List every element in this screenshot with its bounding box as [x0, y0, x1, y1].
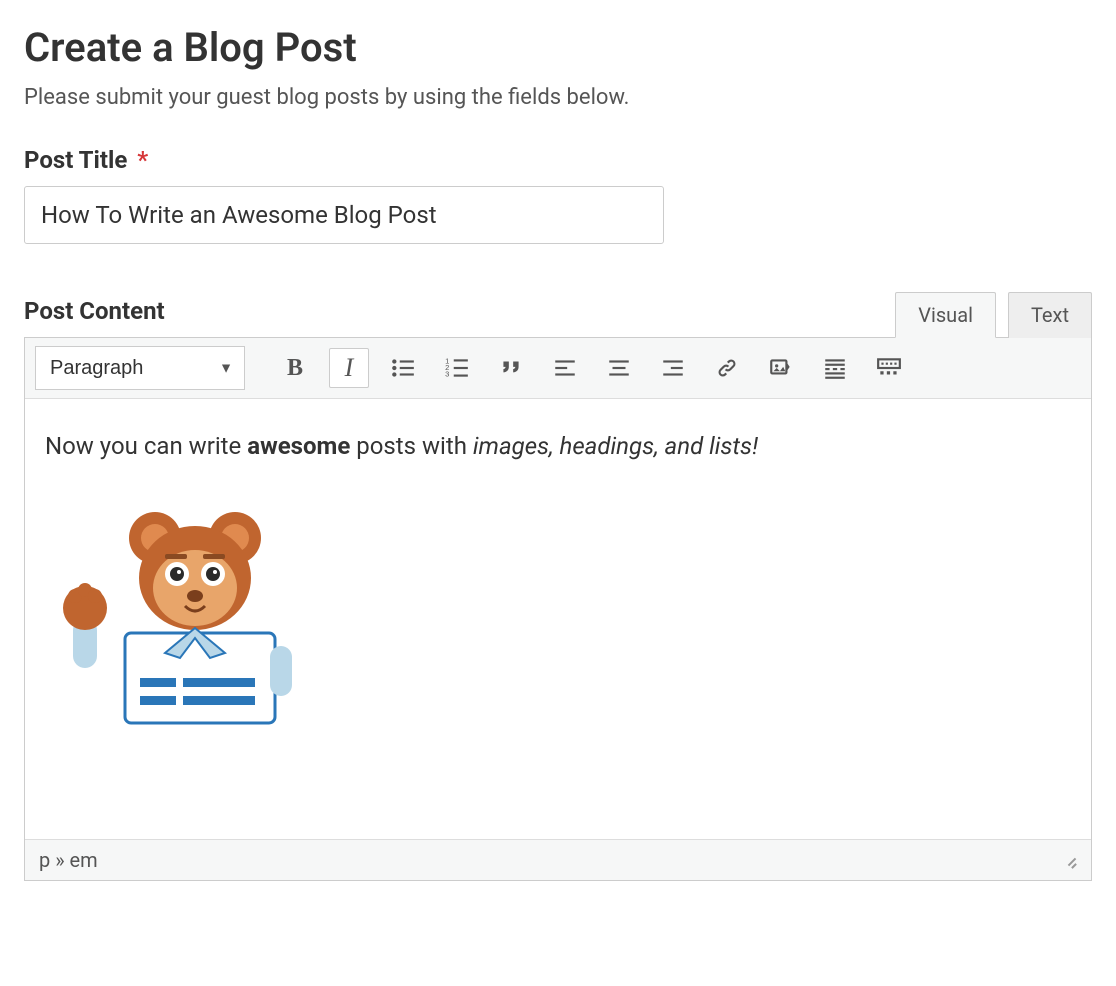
element-path: p » em — [39, 848, 98, 872]
post-title-label-text: Post Title — [24, 146, 127, 174]
align-center-icon — [606, 355, 632, 381]
tab-visual[interactable]: Visual — [895, 292, 996, 338]
read-more-icon — [822, 355, 848, 381]
italic-button[interactable]: I — [329, 348, 369, 388]
toolbar-toggle-icon — [876, 355, 902, 381]
editor-container: Paragraph B I 1 2 3 — [24, 337, 1092, 881]
format-select-wrap[interactable]: Paragraph — [35, 346, 245, 390]
mascot-image — [45, 488, 325, 728]
bold-button[interactable]: B — [275, 348, 315, 388]
required-indicator: * — [137, 146, 148, 174]
tab-text[interactable]: Text — [1008, 292, 1092, 338]
editor-status-bar: p » em — [25, 839, 1091, 880]
numbered-list-button[interactable]: 1 2 3 — [437, 348, 477, 388]
content-text-2: posts with — [350, 432, 473, 460]
editor-paragraph: Now you can write awesome posts with ima… — [45, 429, 1071, 464]
page-heading: Create a Blog Post — [24, 24, 1092, 71]
bullet-list-icon — [390, 355, 416, 381]
bullet-list-button[interactable] — [383, 348, 423, 388]
post-title-label: Post Title * — [24, 146, 1092, 174]
align-left-icon — [552, 355, 578, 381]
editor-content-area[interactable]: Now you can write awesome posts with ima… — [25, 399, 1091, 839]
post-title-input[interactable] — [24, 186, 664, 244]
align-right-button[interactable] — [653, 348, 693, 388]
content-bold: awesome — [247, 432, 350, 460]
numbered-list-icon: 1 2 3 — [444, 355, 470, 381]
toolbar-toggle-button[interactable] — [869, 348, 909, 388]
link-icon — [714, 355, 740, 381]
blockquote-icon — [498, 355, 524, 381]
bold-icon: B — [287, 355, 303, 382]
resize-handle[interactable] — [1063, 853, 1077, 867]
media-icon — [768, 355, 794, 381]
format-select[interactable]: Paragraph — [35, 346, 245, 390]
align-right-icon — [660, 355, 686, 381]
post-content-label: Post Content — [24, 297, 165, 325]
align-left-button[interactable] — [545, 348, 585, 388]
editor-toolbar: Paragraph B I 1 2 3 — [25, 338, 1091, 399]
blockquote-button[interactable] — [491, 348, 531, 388]
content-text-1: Now you can write — [45, 432, 247, 460]
insert-media-button[interactable] — [761, 348, 801, 388]
read-more-button[interactable] — [815, 348, 855, 388]
align-center-button[interactable] — [599, 348, 639, 388]
editor-tabs: Visual Text — [895, 292, 1092, 338]
italic-icon: I — [345, 353, 354, 383]
link-button[interactable] — [707, 348, 747, 388]
page-intro: Please submit your guest blog posts by u… — [24, 85, 1092, 110]
svg-text:3: 3 — [445, 370, 449, 379]
content-italic: images, headings, and lists! — [473, 432, 758, 460]
